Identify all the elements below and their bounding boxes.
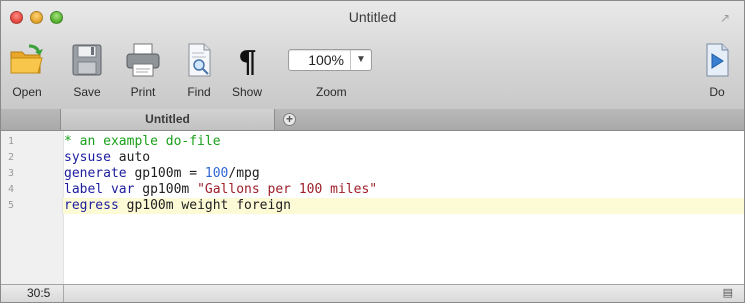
line-number: 2 (8, 152, 15, 163)
do-run-icon (698, 41, 736, 79)
fullscreen-arrows-icon[interactable]: ↗ (718, 11, 732, 25)
pilcrow-icon: ¶ (228, 41, 266, 80)
print-button[interactable]: Print (120, 41, 166, 99)
code-line: 1 * an example do-file (1, 134, 744, 150)
code-keyword: regress (64, 198, 119, 213)
code-line: 2 sysuse auto (1, 150, 744, 166)
tab-untitled[interactable]: Untitled (60, 109, 275, 130)
line-number: 3 (8, 168, 15, 179)
chevron-down-icon[interactable]: ▼ (350, 50, 371, 70)
code-comment: * an example do-file (64, 134, 221, 149)
open-button[interactable]: Open (4, 41, 50, 99)
show-button[interactable]: ¶ Show (224, 41, 270, 99)
find-button[interactable]: Find (176, 41, 222, 99)
floppy-disk-icon (68, 41, 106, 79)
status-divider (63, 285, 64, 302)
code-text: gp100m weight foreign (118, 198, 291, 213)
show-label: Show (231, 85, 263, 99)
window-title: Untitled (348, 9, 397, 25)
split-view-icon[interactable]: ▤ (723, 286, 733, 299)
cursor-position: 30:5 (27, 286, 51, 300)
open-label: Open (12, 85, 42, 99)
code-string: "Gallons per 100 miles" (197, 182, 378, 197)
code-text: auto (110, 150, 151, 165)
line-number: 1 (8, 136, 15, 147)
code-keyword: label var (64, 182, 135, 197)
status-bar: 30:5 ▤ (1, 284, 744, 302)
code-number: 100 (204, 166, 229, 181)
code-text: gp100m (134, 182, 198, 197)
save-button[interactable]: Save (64, 41, 110, 99)
do-label: Do (709, 85, 725, 99)
printer-icon (124, 41, 162, 79)
zoom-select[interactable]: 100% ▼ (288, 49, 372, 71)
line-number: 5 (8, 200, 15, 211)
zoom-label: Zoom (316, 85, 347, 99)
toolbar-area: Untitled ↗ Open Save Print Find ¶ Show 1… (1, 1, 744, 110)
code-editor[interactable]: 1 * an example do-file 2 sysuse auto 3 g… (1, 131, 744, 287)
save-label: Save (73, 85, 101, 99)
code-text: gp100m = (126, 166, 205, 181)
print-label: Print (130, 85, 156, 99)
zoom-value: 100% (308, 52, 344, 68)
do-file-editor-window: Untitled ↗ Open Save Print Find ¶ Show 1… (0, 0, 745, 303)
line-number: 4 (8, 184, 15, 195)
do-button[interactable]: Do (694, 41, 740, 99)
code-line: 3 generate gp100m = 100/mpg (1, 166, 744, 182)
code-keyword: generate (64, 166, 127, 181)
find-document-icon (180, 41, 218, 79)
svg-text:¶: ¶ (238, 45, 257, 79)
code-text: /mpg (228, 166, 260, 181)
current-code-line: 5 regress gp100m weight foreign (1, 198, 744, 214)
folder-open-icon (8, 41, 46, 79)
code-keyword: sysuse (64, 150, 111, 165)
code-line: 4 label var gp100m "Gallons per 100 mile… (1, 182, 744, 198)
find-label: Find (187, 85, 211, 99)
tab-bar: Untitled + (1, 109, 744, 131)
add-tab-icon[interactable]: + (283, 113, 296, 126)
